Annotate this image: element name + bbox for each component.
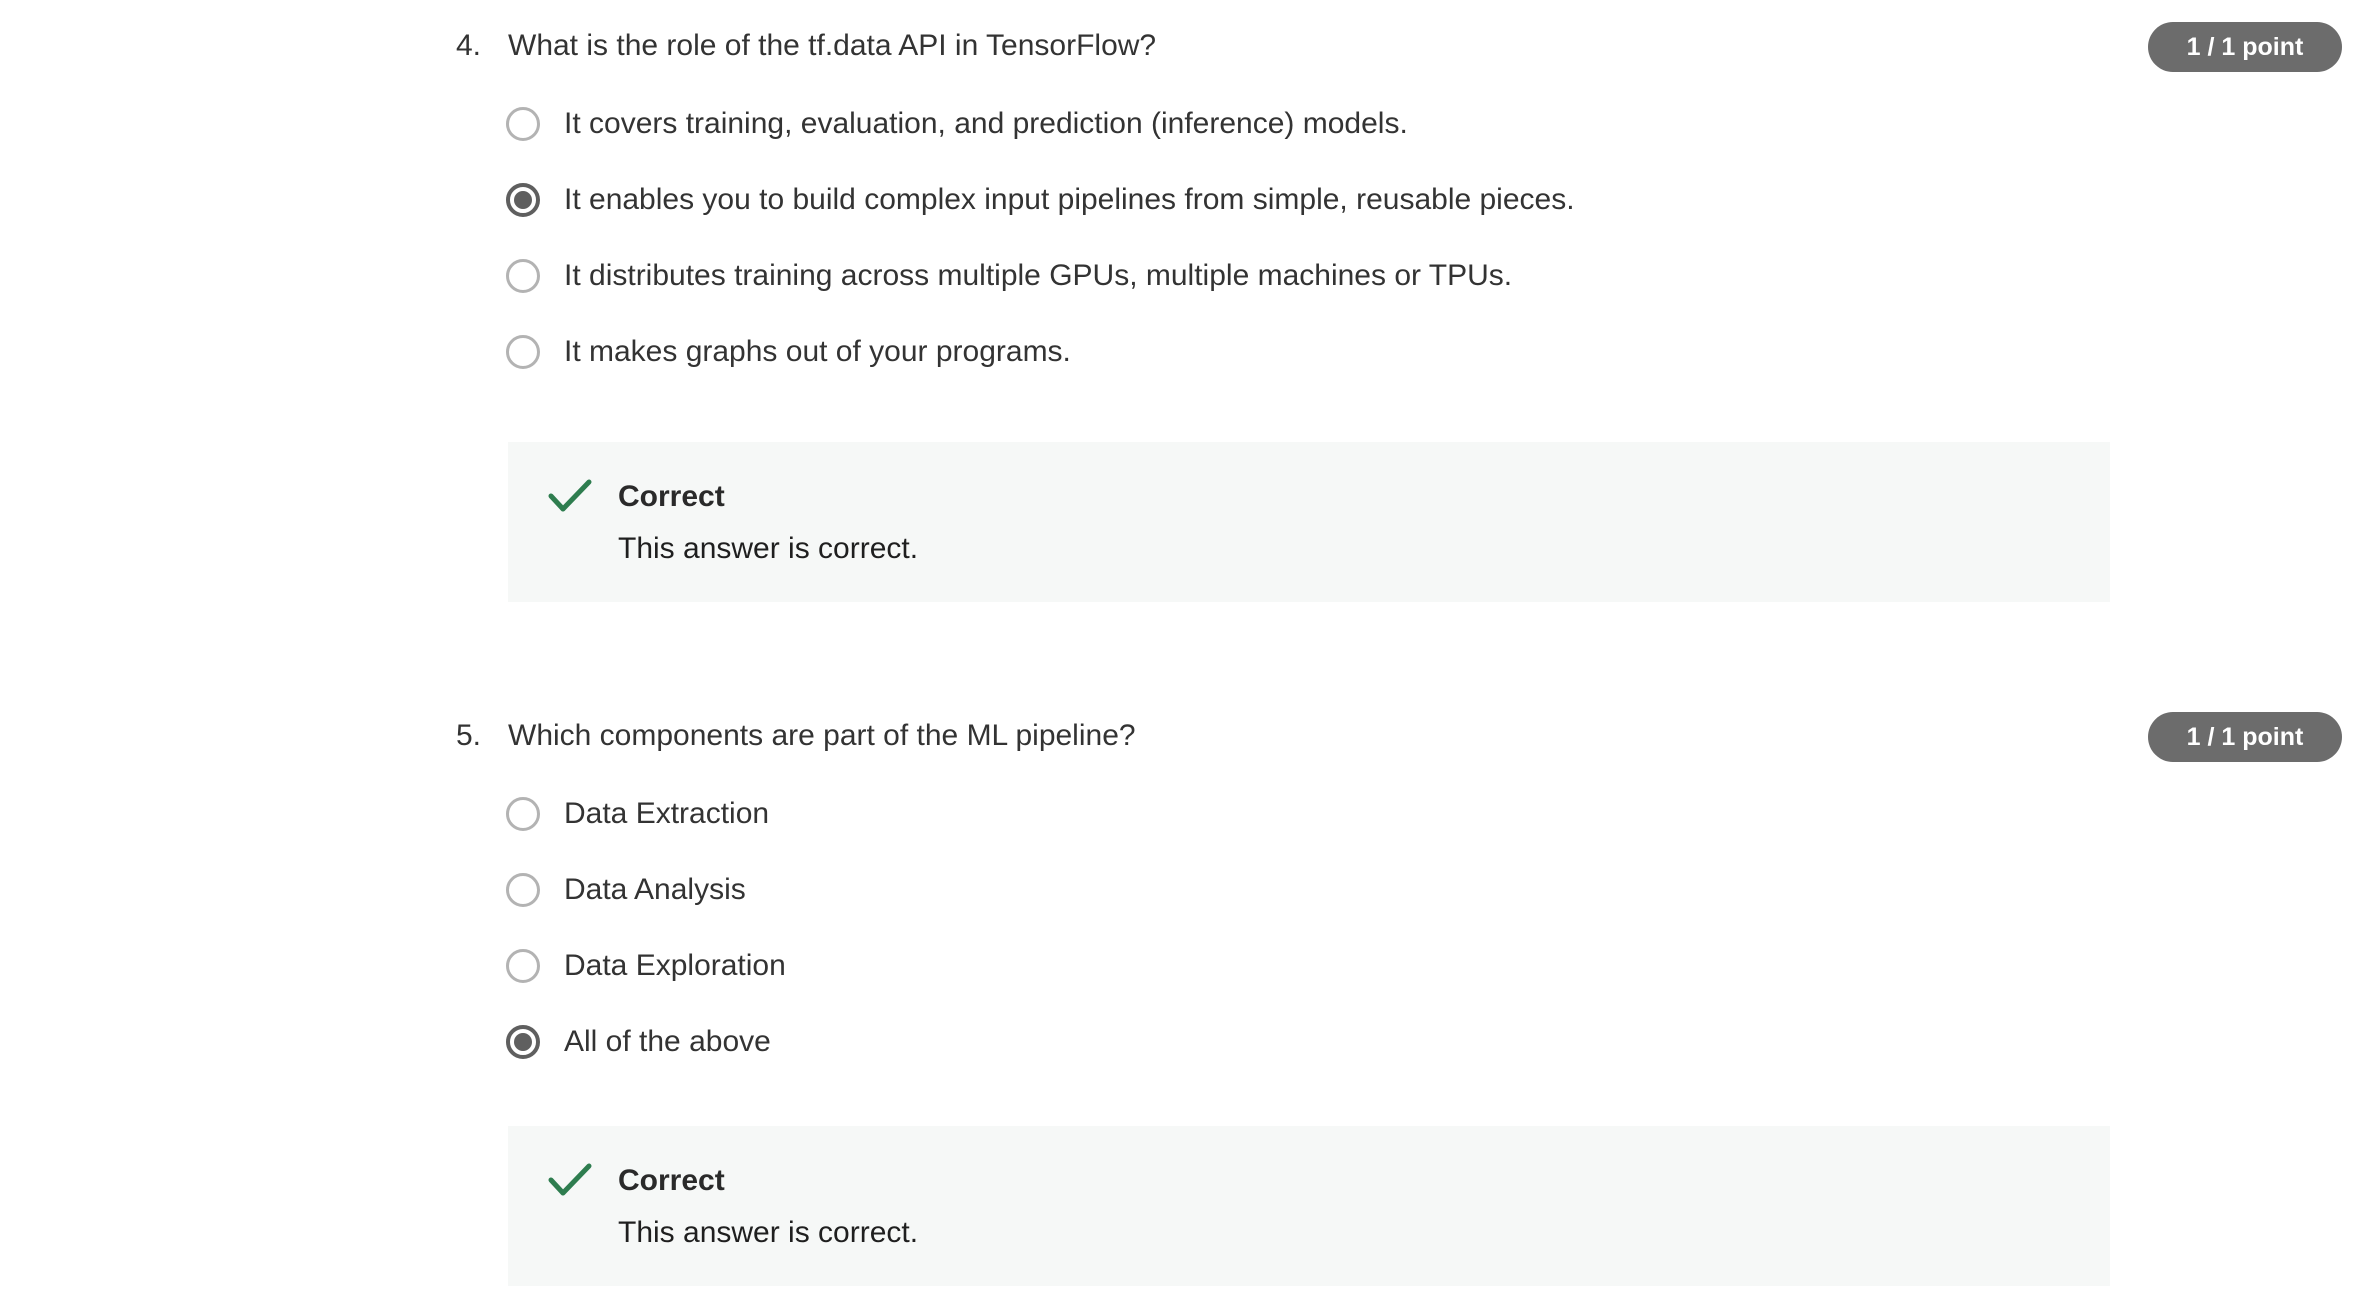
answer-option[interactable]: Data Analysis [506,852,786,928]
points-badge: 1 / 1 point [2148,712,2342,762]
option-label: Data Analysis [564,873,746,906]
option-label: It makes graphs out of your programs. [564,335,1071,368]
question-5: 5. Which components are part of the ML p… [456,706,2342,1286]
feedback-title: Correct [618,1164,725,1197]
radio-button[interactable] [506,107,540,141]
feedback-title: Correct [618,480,725,513]
answer-option[interactable]: It enables you to build complex input pi… [506,162,1575,238]
answer-option[interactable]: It distributes training across multiple … [506,238,1575,314]
answer-option[interactable]: All of the above [506,1004,786,1080]
option-label: Data Exploration [564,949,786,982]
option-label: All of the above [564,1025,771,1058]
question-4: 4. What is the role of the tf.data API i… [456,16,2342,602]
question-header: 4. What is the role of the tf.data API i… [456,16,2342,76]
radio-button[interactable] [506,797,540,831]
feedback-text: This answer is correct. [618,1216,919,1249]
radio-button-selected[interactable] [506,183,540,217]
radio-button[interactable] [506,259,540,293]
radio-button[interactable] [506,335,540,369]
radio-button-selected[interactable] [506,1025,540,1059]
feedback-text: This answer is correct. [618,532,919,565]
answer-option[interactable]: It covers training, evaluation, and pred… [506,86,1575,162]
question-number: 5. [456,719,482,752]
option-label: It enables you to build complex input pi… [564,183,1575,216]
answer-option[interactable]: Data Exploration [506,928,786,1004]
answer-option[interactable]: It makes graphs out of your programs. [506,314,1575,390]
check-icon [548,479,592,512]
question-text: Which components are part of the ML pipe… [508,719,1136,752]
question-number: 4. [456,29,482,62]
points-badge: 1 / 1 point [2148,22,2342,72]
option-label: It distributes training across multiple … [564,259,1513,292]
feedback-box: Correct This answer is correct. [508,442,2110,602]
answer-option[interactable]: Data Extraction [506,776,786,852]
feedback-box: Correct This answer is correct. [508,1126,2110,1286]
option-label: Data Extraction [564,797,770,830]
check-icon [548,1163,592,1196]
radio-button[interactable] [506,949,540,983]
answer-options: Data Extraction Data Analysis Data Explo… [506,776,786,1080]
radio-button[interactable] [506,873,540,907]
question-header: 5. Which components are part of the ML p… [456,706,2342,766]
answer-options: It covers training, evaluation, and pred… [506,86,1575,390]
question-text: What is the role of the tf.data API in T… [508,29,1157,62]
option-label: It covers training, evaluation, and pred… [564,107,1408,140]
